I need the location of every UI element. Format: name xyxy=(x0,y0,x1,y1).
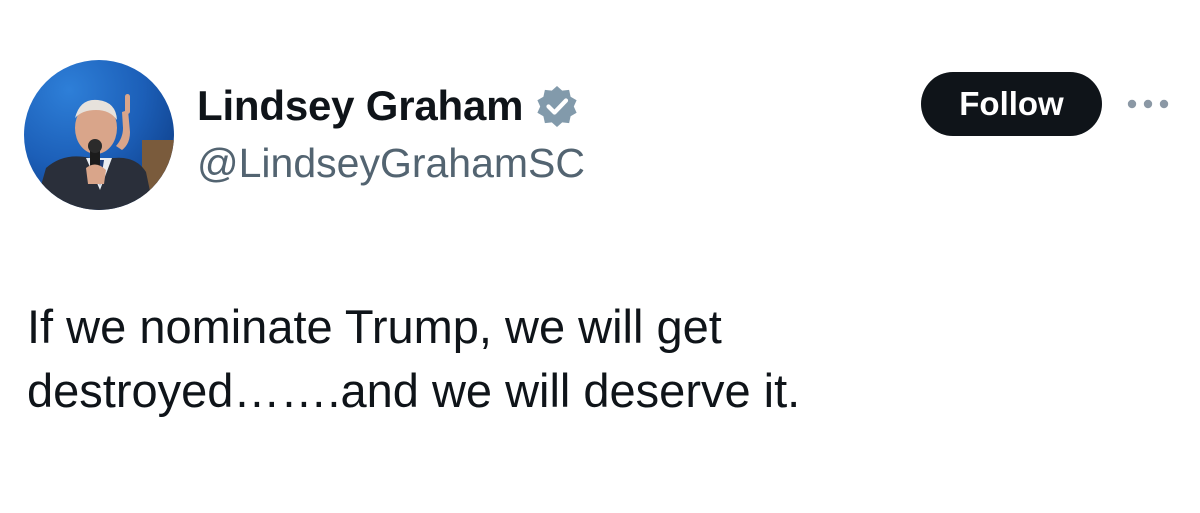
follow-button[interactable]: Follow xyxy=(921,72,1102,136)
more-options-button[interactable] xyxy=(1124,92,1172,116)
tweet-text-line: destroyed…….and we will deserve it. xyxy=(27,364,801,417)
author-handle[interactable]: @LindseyGrahamSC xyxy=(197,140,585,187)
tweet-text: If we nominate Trump, we will get destro… xyxy=(27,295,1087,423)
tweet-text-line: If we nominate Trump, we will get xyxy=(27,300,722,353)
avatar-photo xyxy=(24,60,174,210)
author-avatar[interactable] xyxy=(24,60,174,210)
author-name-row: Lindsey Graham xyxy=(197,78,579,134)
more-options-icon xyxy=(1127,99,1169,109)
verified-badge-icon xyxy=(535,84,579,128)
tweet-card: Lindsey Graham @LindseyGrahamSC Follow I… xyxy=(0,0,1200,513)
author-display-name[interactable]: Lindsey Graham xyxy=(197,82,524,130)
